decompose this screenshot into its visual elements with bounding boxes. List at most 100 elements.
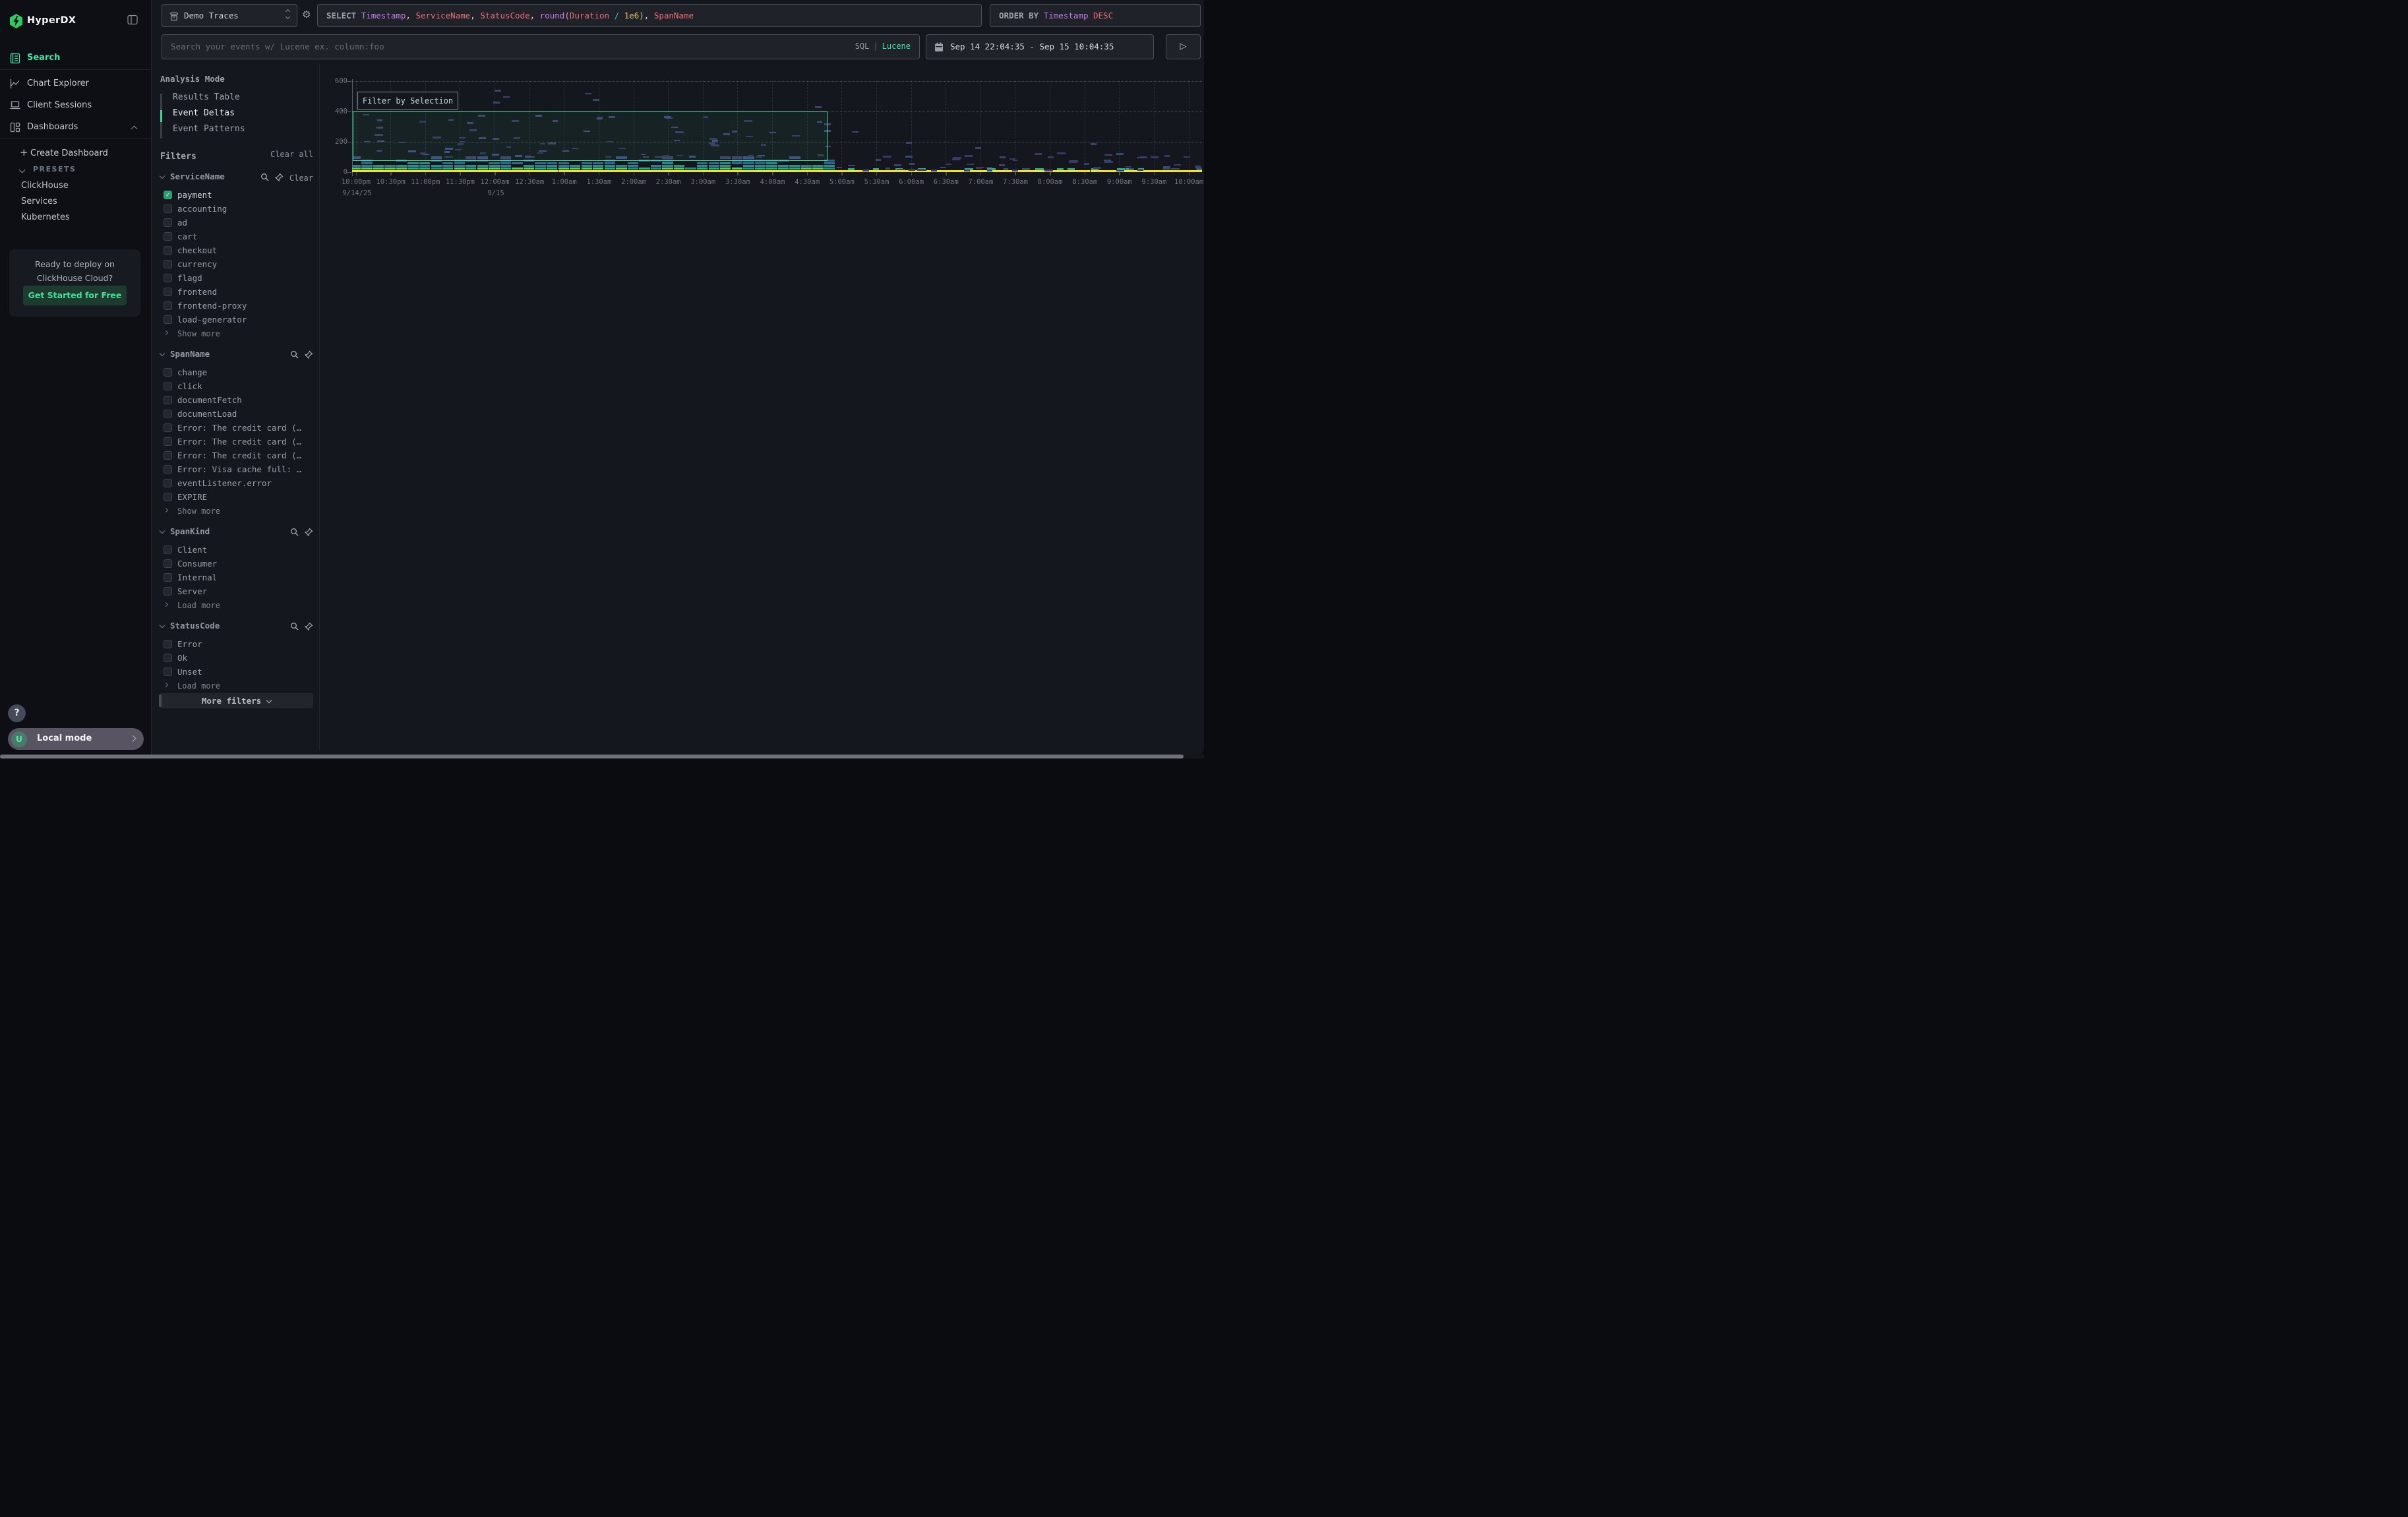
filter-item[interactable]: Ok	[159, 652, 320, 666]
lucene-toggle[interactable]: Lucene	[882, 42, 911, 51]
filter-item[interactable]: frontend-proxy	[159, 299, 320, 313]
filter-item[interactable]: Error: The credit card (…	[159, 421, 320, 435]
create-dashboard-button[interactable]: + Create Dashboard	[0, 146, 151, 162]
search-icon[interactable]	[260, 171, 269, 184]
source-select[interactable]: Demo Traces	[162, 4, 297, 27]
clear-filter-button[interactable]: Clear	[289, 173, 313, 183]
checkbox[interactable]	[164, 573, 172, 582]
filter-item[interactable]: Client	[159, 543, 320, 557]
analysis-mode-option-results-table[interactable]: Results Table	[173, 92, 240, 108]
search-icon[interactable]	[290, 621, 299, 633]
filter-item[interactable]: load-generator	[159, 313, 320, 327]
filter-item[interactable]: documentFetch	[159, 394, 320, 408]
pin-icon[interactable]	[305, 526, 313, 539]
filter-group-name[interactable]: SpanKind	[170, 526, 210, 536]
filter-item[interactable]: checkout	[159, 244, 320, 258]
checkbox[interactable]	[164, 667, 172, 676]
checkbox[interactable]	[164, 315, 172, 324]
filter-item[interactable]: Consumer	[159, 557, 320, 571]
checkbox[interactable]: ✓	[164, 191, 172, 199]
show-more-button[interactable]: Show more	[159, 505, 320, 518]
clear-all-button[interactable]: Clear all	[270, 150, 313, 159]
checkbox[interactable]	[164, 410, 172, 418]
filter-item[interactable]: Error: The credit card (…	[159, 435, 320, 449]
pin-icon[interactable]	[305, 621, 313, 633]
sql-toggle[interactable]: SQL	[855, 42, 870, 51]
search-icon[interactable]	[290, 349, 299, 361]
pin-icon[interactable]	[305, 349, 313, 361]
checkbox[interactable]	[164, 465, 172, 474]
checkbox[interactable]	[164, 640, 172, 648]
checkbox[interactable]	[164, 232, 172, 241]
analysis-mode-option-event-patterns[interactable]: Event Patterns	[173, 124, 245, 140]
sidebar-item-kubernetes[interactable]: Kubernetes	[0, 210, 151, 226]
horizontal-scrollbar[interactable]	[0, 755, 1204, 758]
show-more-button[interactable]: Show more	[159, 327, 320, 341]
sidebar-item-clickhouse[interactable]: ClickHouse	[0, 179, 151, 194]
select-query-input[interactable]: SELECT Timestamp, ServiceName, StatusCod…	[317, 4, 982, 27]
filter-group-name[interactable]: StatusCode	[170, 621, 220, 631]
scrollbar-thumb[interactable]	[0, 755, 1184, 758]
chevron-down-icon[interactable]	[160, 173, 165, 179]
filter-group-name[interactable]: ServiceName	[170, 171, 225, 181]
filter-item[interactable]: currency	[159, 258, 320, 272]
checkbox[interactable]	[164, 479, 172, 487]
filter-item[interactable]: change	[159, 366, 320, 380]
filter-by-selection-button[interactable]: Filter by Selection	[357, 92, 458, 109]
checkbox[interactable]	[164, 559, 172, 568]
filter-item[interactable]: click	[159, 380, 320, 394]
analysis-mode-option-event-deltas[interactable]: Event Deltas	[173, 108, 235, 124]
sidebar-item-search[interactable]: Search	[0, 50, 151, 67]
filter-item[interactable]: cart	[159, 230, 320, 244]
search-icon[interactable]	[290, 526, 299, 539]
sidebar-item-dashboards[interactable]: Dashboards	[0, 119, 151, 137]
checkbox[interactable]	[164, 587, 172, 596]
checkbox[interactable]	[164, 396, 172, 404]
user-menu[interactable]: U Local mode	[8, 728, 144, 750]
sidebar-collapse-icon[interactable]	[127, 15, 138, 28]
filter-item[interactable]: flagd	[159, 272, 320, 286]
chevron-down-icon[interactable]	[160, 528, 165, 534]
checkbox[interactable]	[164, 654, 172, 662]
filter-item[interactable]: EXPIRE	[159, 491, 320, 505]
checkbox[interactable]	[164, 368, 172, 377]
filter-item[interactable]: Internal	[159, 571, 320, 585]
sidebar-item-client-sessions[interactable]: Client Sessions	[0, 98, 151, 115]
checkbox[interactable]	[164, 288, 172, 296]
chevron-down-icon[interactable]	[160, 623, 165, 628]
run-search-button[interactable]: ▷	[1166, 34, 1201, 59]
more-filters-button[interactable]: More filters	[160, 693, 313, 708]
checkbox[interactable]	[164, 246, 172, 255]
checkbox[interactable]	[164, 437, 172, 446]
filter-item[interactable]: Server	[159, 585, 320, 599]
filter-group-name[interactable]: SpanName	[170, 349, 210, 359]
filter-item[interactable]: Error: Visa cache full: …	[159, 463, 320, 477]
checkbox[interactable]	[164, 545, 172, 554]
filter-item[interactable]: Error	[159, 638, 320, 652]
selection-region[interactable]	[353, 111, 828, 161]
order-by-input[interactable]: ORDER BY Timestamp DESC	[990, 4, 1201, 27]
filter-item[interactable]: frontend	[159, 286, 320, 299]
checkbox[interactable]	[164, 423, 172, 432]
checkbox[interactable]	[164, 301, 172, 310]
checkbox[interactable]	[164, 204, 172, 213]
show-more-button[interactable]: Load more	[159, 679, 320, 693]
heatmap-plot[interactable]: Filter by Selection	[352, 80, 1202, 172]
checkbox[interactable]	[164, 274, 172, 282]
filter-item[interactable]: documentLoad	[159, 408, 320, 421]
filter-item[interactable]: eventListener.error	[159, 477, 320, 491]
get-started-button[interactable]: Get Started for Free	[23, 286, 127, 305]
sidebar-item-chart-explorer[interactable]: Chart Explorer	[0, 76, 151, 93]
chevron-down-icon[interactable]	[160, 351, 165, 356]
checkbox[interactable]	[164, 382, 172, 390]
panel-scrollbar-thumb[interactable]	[159, 695, 162, 707]
filter-item[interactable]: Error: The credit card (…	[159, 449, 320, 463]
filter-item[interactable]: ad	[159, 216, 320, 230]
checkbox[interactable]	[164, 218, 172, 227]
show-more-button[interactable]: Load more	[159, 599, 320, 613]
time-range-picker[interactable]: Sep 14 22:04:35 - Sep 15 10:04:35	[926, 34, 1154, 59]
checkbox[interactable]	[164, 493, 172, 501]
sidebar-item-services[interactable]: Services	[0, 195, 151, 210]
presets-toggle[interactable]: PRESETS	[0, 163, 151, 177]
search-input[interactable]: Search your events w/ Lucene ex. column:…	[162, 34, 920, 59]
